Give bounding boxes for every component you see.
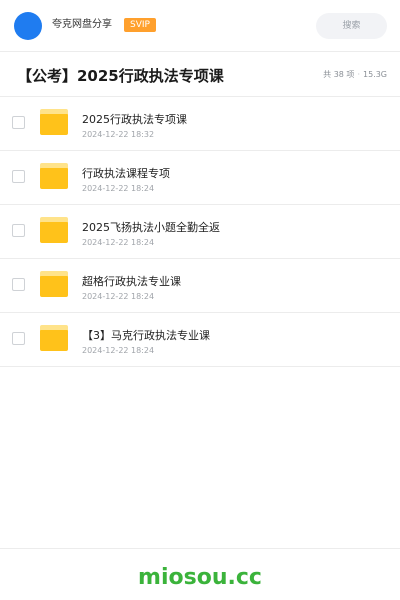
footer-divider [0, 548, 400, 549]
list-item[interactable]: 【3】马克行政执法专业课 2024-12-22 18:24 [0, 313, 400, 367]
select-checkbox[interactable] [12, 170, 25, 183]
svip-badge: SVIP [124, 18, 156, 32]
item-count: 共 38 项 [323, 70, 355, 79]
site-watermark: miosou.cc [138, 565, 262, 590]
item-date: 2024-12-22 18:32 [82, 130, 155, 139]
top-bar: 夸克网盘分享 SVIP 搜索 [0, 0, 400, 52]
list-item[interactable]: 超格行政执法专业课 2024-12-22 18:24 [0, 259, 400, 313]
item-date: 2024-12-22 18:24 [82, 346, 155, 355]
item-name[interactable]: 2025行政执法专项课 [82, 113, 187, 127]
file-list: 2025行政执法专项课 2024-12-22 18:32 行政执法课程专项 20… [0, 97, 400, 367]
folder-icon [40, 271, 68, 297]
page-title: 【公考】2025行政执法专项课 [17, 67, 224, 85]
item-name[interactable]: 【3】马克行政执法专业课 [82, 329, 210, 343]
item-date: 2024-12-22 18:24 [82, 184, 155, 193]
select-checkbox[interactable] [12, 116, 25, 129]
select-checkbox[interactable] [12, 332, 25, 345]
avatar[interactable] [14, 12, 42, 40]
folder-icon [40, 109, 68, 135]
item-date: 2024-12-22 18:24 [82, 292, 155, 301]
search-placeholder: 搜索 [342, 21, 361, 31]
list-item[interactable]: 2025飞扬执法小题全勤全返 2024-12-22 18:24 [0, 205, 400, 259]
item-date: 2024-12-22 18:24 [82, 238, 155, 247]
list-item[interactable]: 行政执法课程专项 2024-12-22 18:24 [0, 151, 400, 205]
list-item[interactable]: 2025行政执法专项课 2024-12-22 18:32 [0, 97, 400, 151]
item-name[interactable]: 2025飞扬执法小题全勤全返 [82, 221, 220, 235]
folder-size: 15.3G [362, 70, 387, 79]
folder-icon [40, 325, 68, 351]
folder-icon [40, 163, 68, 189]
folder-meta: 共 38 项 · 15.3G [323, 69, 387, 81]
search-button[interactable]: 搜索 [316, 13, 387, 39]
folder-header: 【公考】2025行政执法专项课 共 38 项 · 15.3G [0, 53, 400, 97]
folder-icon [40, 217, 68, 243]
meta-separator: · [357, 70, 360, 79]
account-name[interactable]: 夸克网盘分享 [52, 18, 112, 32]
item-name[interactable]: 超格行政执法专业课 [82, 275, 181, 289]
item-name[interactable]: 行政执法课程专项 [82, 167, 170, 181]
select-checkbox[interactable] [12, 224, 25, 237]
select-checkbox[interactable] [12, 278, 25, 291]
